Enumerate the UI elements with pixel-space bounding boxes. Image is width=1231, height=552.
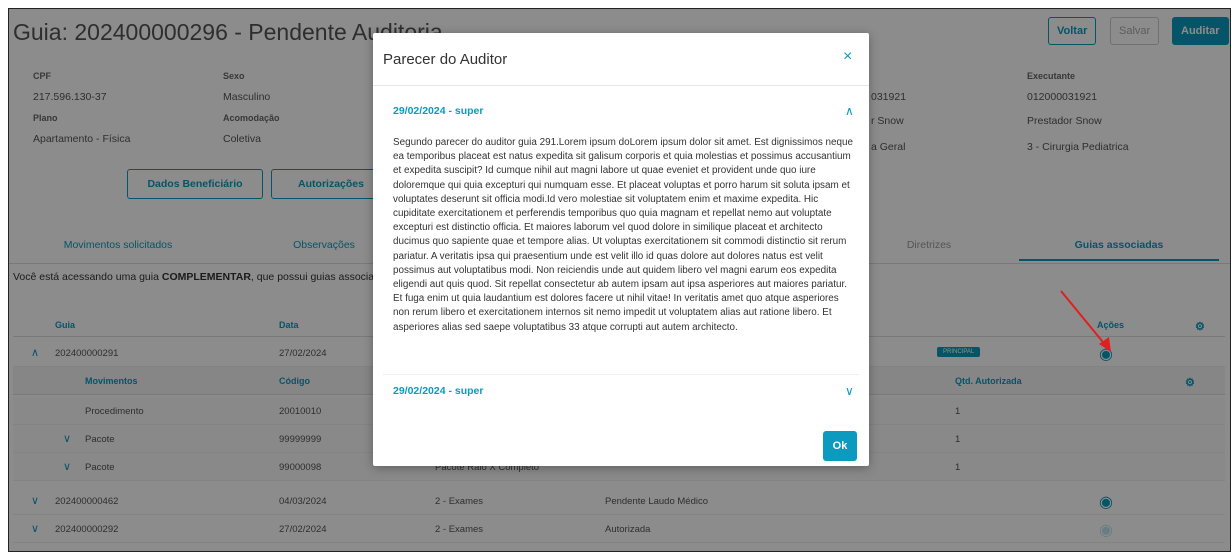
chevron-up-icon[interactable]: ∧ [845,104,854,118]
chevron-down-icon[interactable]: ∨ [845,384,854,398]
app-window: Guia: 202400000296 - Pendente Auditoria … [8,8,1231,552]
accordion-header[interactable]: 29/02/2024 - super ∨ [383,379,859,403]
accordion-header[interactable]: 29/02/2024 - super ∧ [383,99,859,123]
accordion-title: 29/02/2024 - super [393,385,484,397]
parecer-modal: Parecer do Auditor × 29/02/2024 - super … [373,33,869,466]
close-icon[interactable]: × [843,48,852,66]
ok-button[interactable]: Ok [823,431,857,461]
parecer-text: Segundo parecer do auditor guia 291.Lore… [393,137,853,333]
accordion-title: 29/02/2024 - super [393,105,484,117]
red-arrow-annotation [1060,290,1111,352]
accordion-divider [383,374,859,375]
modal-title: Parecer do Auditor [383,51,508,68]
modal-divider [373,85,869,86]
